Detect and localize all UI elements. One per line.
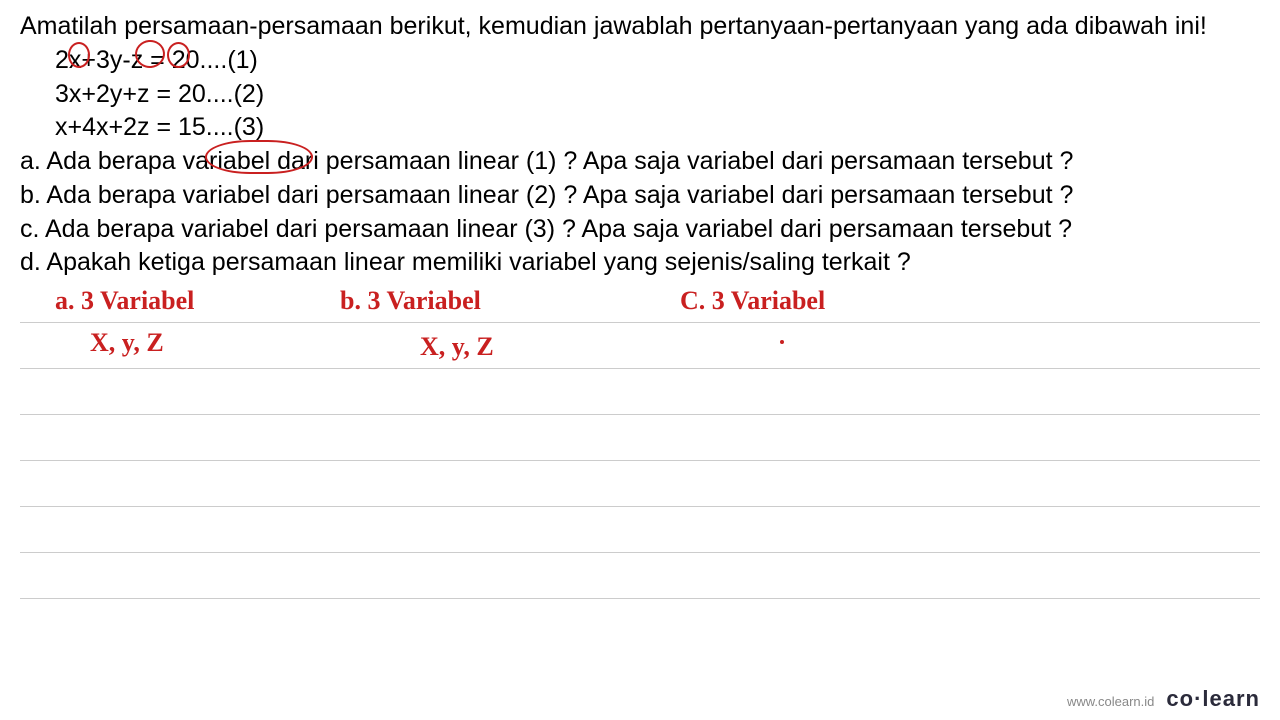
answer-b-label: b. 3 Variabel [340,286,481,316]
ruled-line [20,598,1260,599]
ruled-line [20,368,1260,369]
answer-area: a. 3 Variabel X, y, Z b. 3 Variabel X, y… [20,282,1260,642]
equation-1: 2x+3y-z = 20....(1) [55,44,1260,78]
ruled-line [20,460,1260,461]
ruled-line [20,506,1260,507]
problem-statement: Amatilah persamaan-persamaan berikut, ke… [20,10,1260,280]
answer-c-label: C. 3 Variabel [680,286,825,316]
equations-block: 2x+3y-z = 20....(1) 3x+2y+z = 20....(2) … [20,44,1260,145]
question-d: d. Apakah ketiga persamaan linear memili… [20,246,1260,280]
equation-2: 3x+2y+z = 20....(2) [55,78,1260,112]
question-a: a. Ada berapa variabel dari persamaan li… [20,145,1260,179]
circle-annotation-z [167,42,190,68]
ruled-line [20,322,1260,323]
circle-annotation-x [68,42,90,68]
ruled-line [20,552,1260,553]
answer-b-vars: X, y, Z [420,332,494,362]
answer-a-label: a. 3 Variabel [55,286,194,316]
intro-text: Amatilah persamaan-persamaan berikut, ke… [20,10,1260,44]
question-c: c. Ada berapa variabel dari persamaan li… [20,213,1260,247]
footer: www.colearn.id co·learn [1067,686,1260,712]
ruled-line [20,414,1260,415]
circle-annotation-variabel [205,140,313,174]
answer-a-vars: X, y, Z [90,328,164,358]
question-b: b. Ada berapa variabel dari persamaan li… [20,179,1260,213]
footer-url: www.colearn.id [1067,694,1154,709]
footer-logo: co·learn [1166,686,1260,712]
dot-mark [780,340,784,344]
